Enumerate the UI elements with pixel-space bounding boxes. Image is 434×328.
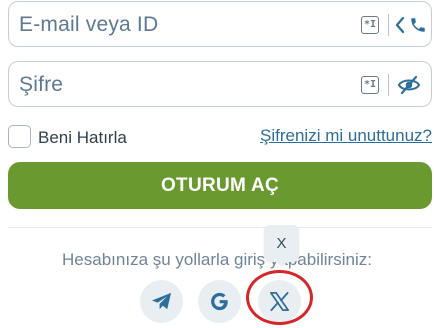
field-separator: [388, 74, 389, 96]
remember-label[interactable]: Beni Hatırla: [38, 128, 127, 148]
alternative-login-text: Hesabınıza şu yollarla giriş yapabilirsi…: [62, 250, 372, 269]
keyboard-icon[interactable]: *I: [361, 76, 379, 94]
password-field[interactable]: Şifre *I: [8, 61, 432, 107]
login-button[interactable]: OTURUM AÇ: [8, 162, 432, 209]
forgot-password-link[interactable]: Şifrenizi mi unuttunuz?: [260, 126, 432, 146]
email-field[interactable]: E-mail veya ID *I: [8, 1, 432, 47]
password-placeholder: Şifre: [19, 73, 64, 96]
x-tooltip: X: [264, 225, 299, 262]
telegram-login-button[interactable]: [140, 280, 183, 323]
highlight-circle: [246, 270, 313, 325]
telegram-icon: [151, 292, 172, 310]
field-separator: [388, 14, 389, 36]
email-placeholder: E-mail veya ID: [19, 13, 159, 36]
eye-slash-icon[interactable]: [397, 74, 421, 96]
tooltip-text: X: [276, 235, 287, 252]
keyboard-icon[interactable]: *I: [361, 16, 379, 34]
remember-checkbox[interactable]: [8, 125, 31, 148]
chevron-left-icon[interactable]: [394, 16, 406, 34]
google-icon: [211, 292, 228, 311]
remember-row: Beni Hatırla Şifrenizi mi unuttunuz?: [8, 125, 432, 149]
phone-icon[interactable]: [409, 15, 427, 35]
google-login-button[interactable]: [198, 280, 241, 323]
divider: [8, 227, 432, 228]
tooltip-tail: [275, 260, 289, 267]
